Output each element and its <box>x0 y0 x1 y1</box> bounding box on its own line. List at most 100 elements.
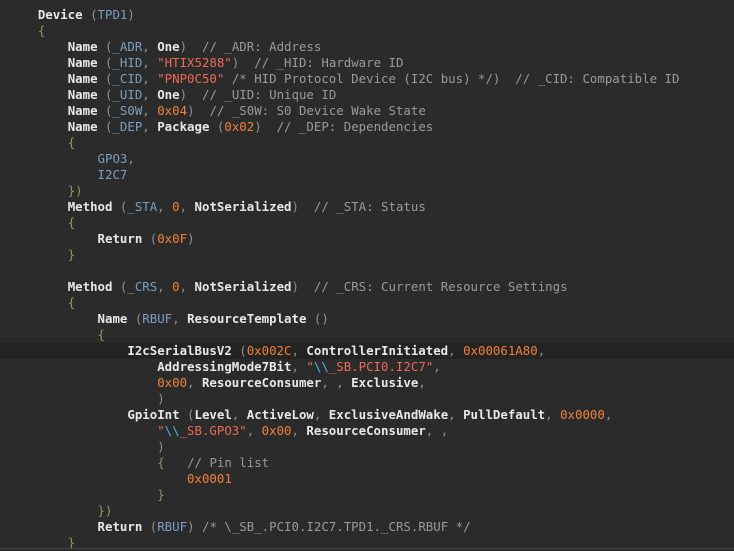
code-token: /* HID Protocol Device (I2C bus) */) // … <box>231 71 680 86</box>
code-token: PullDefault <box>463 407 546 422</box>
code-token: , <box>291 423 307 438</box>
code-editor[interactable]: Device (TPD1) { Name (_ADR, One) // _ADR… <box>0 0 734 551</box>
code-token: , <box>448 343 464 358</box>
code-line[interactable]: } <box>8 247 734 263</box>
code-line[interactable]: { <box>8 135 734 151</box>
code-token: , <box>537 343 546 358</box>
code-token: AddressingMode7Bit <box>157 359 292 374</box>
code-token: NotSerialized <box>194 279 292 294</box>
code-token: ) <box>157 439 165 454</box>
code-token: , <box>142 119 158 134</box>
code-token: ExclusiveAndWake <box>328 407 449 422</box>
code-token: Name <box>67 71 98 86</box>
code-line[interactable]: Name (_ADR, One) // _ADR: Address <box>8 39 734 55</box>
code-line[interactable]: Name (_DEP, Package (0x02) // _DEP: Depe… <box>8 119 734 135</box>
code-token: Name <box>67 103 98 118</box>
code-line[interactable]: { // Pin list <box>8 455 734 471</box>
code-token: " <box>157 423 165 438</box>
code-token: { <box>97 327 105 342</box>
code-token: RBUF <box>142 311 173 326</box>
code-line[interactable]: 0x0001 <box>8 471 734 487</box>
code-token: _CRS <box>127 279 158 294</box>
code-line[interactable]: { <box>8 215 734 231</box>
code-token: "PNP0C50" <box>157 71 225 86</box>
code-line[interactable]: Name (_HID, "HTIX5288") // _HID: Hardwar… <box>8 55 734 71</box>
code-token: // _ADR: Address <box>202 39 322 54</box>
code-token: _SB.GPO3" <box>179 423 247 438</box>
code-token: }) <box>67 183 83 198</box>
code-line[interactable]: { <box>8 295 734 311</box>
code-line[interactable]: I2cSerialBusV2 (0x002C, ControllerInitia… <box>0 343 734 359</box>
code-token: // _UID: Unique ID <box>202 87 337 102</box>
code-token: () <box>306 311 329 326</box>
code-token: One <box>157 39 180 54</box>
code-line[interactable]: Device (TPD1) <box>8 7 734 23</box>
code-line[interactable]: Name (RBUF, ResourceTemplate () <box>8 311 734 327</box>
code-line[interactable]: Name (_CID, "PNP0C50" /* HID Protocol De… <box>8 71 734 87</box>
code-token: Name <box>67 55 98 70</box>
code-token: 0x0001 <box>187 471 232 486</box>
code-line[interactable]: Name (_UID, One) // _UID: Unique ID <box>8 87 734 103</box>
code-line[interactable]: 0x00, ResourceConsumer, , Exclusive, <box>8 375 734 391</box>
code-line[interactable]: GpioInt (Level, ActiveLow, ExclusiveAndW… <box>8 407 734 423</box>
code-line[interactable]: "\\_SB.GPO3", 0x00, ResourceConsumer, , <box>8 423 734 439</box>
code-line[interactable]: GPO3, <box>8 151 734 167</box>
code-token: }) <box>97 503 113 518</box>
code-token: // _HID: Hardware ID <box>254 55 404 70</box>
code-line[interactable]: Return (RBUF) /* \_SB_.PCI0.I2C7.TPD1._C… <box>8 519 734 535</box>
code-line[interactable]: { <box>8 327 734 343</box>
code-line[interactable]: { <box>8 23 734 39</box>
code-token: GPO3 <box>97 151 128 166</box>
code-line[interactable]: Method (_CRS, 0, NotSerialized) // _CRS:… <box>8 279 734 295</box>
code-line[interactable] <box>8 263 734 279</box>
code-token: // _DEP: Dependencies <box>276 119 434 134</box>
code-line[interactable]: Method (_STA, 0, NotSerialized) // _STA:… <box>8 199 734 215</box>
code-token: ResourceConsumer <box>201 375 322 390</box>
code-token: ResourceTemplate <box>187 311 307 326</box>
code-token: ( <box>97 55 113 70</box>
code-line[interactable]: AddressingMode7Bit, "\\_SB.PCI0.I2C7", <box>8 359 734 375</box>
code-token: Return <box>97 231 143 246</box>
code-token: , <box>313 407 329 422</box>
code-token: ( <box>97 103 113 118</box>
code-token: ) <box>254 119 277 134</box>
code-token: , <box>142 71 158 86</box>
code-line[interactable]: I2C7 <box>8 167 734 183</box>
code-area[interactable]: Device (TPD1) { Name (_ADR, One) // _ADR… <box>0 7 734 551</box>
code-token: , , <box>321 375 352 390</box>
code-token: " <box>306 359 314 374</box>
code-token: Method <box>67 279 113 294</box>
code-line[interactable]: Return (0x0F) <box>8 231 734 247</box>
code-token: ControllerInitiated <box>306 343 449 358</box>
code-line[interactable]: ) <box>8 439 734 455</box>
code-token: _UID <box>112 87 143 102</box>
code-token: // _STA: Status <box>313 199 426 214</box>
code-line[interactable]: ) <box>8 391 734 407</box>
code-line[interactable]: }) <box>8 183 734 199</box>
code-line[interactable]: }) <box>8 503 734 519</box>
code-token: , <box>433 359 441 374</box>
code-line[interactable]: } <box>8 487 734 503</box>
code-token: ( <box>97 39 113 54</box>
code-token: I2cSerialBusV2 <box>127 343 232 358</box>
code-token: { <box>67 215 76 230</box>
code-line[interactable]: Name (_S0W, 0x04) // _S0W: S0 Device Wak… <box>8 103 734 119</box>
